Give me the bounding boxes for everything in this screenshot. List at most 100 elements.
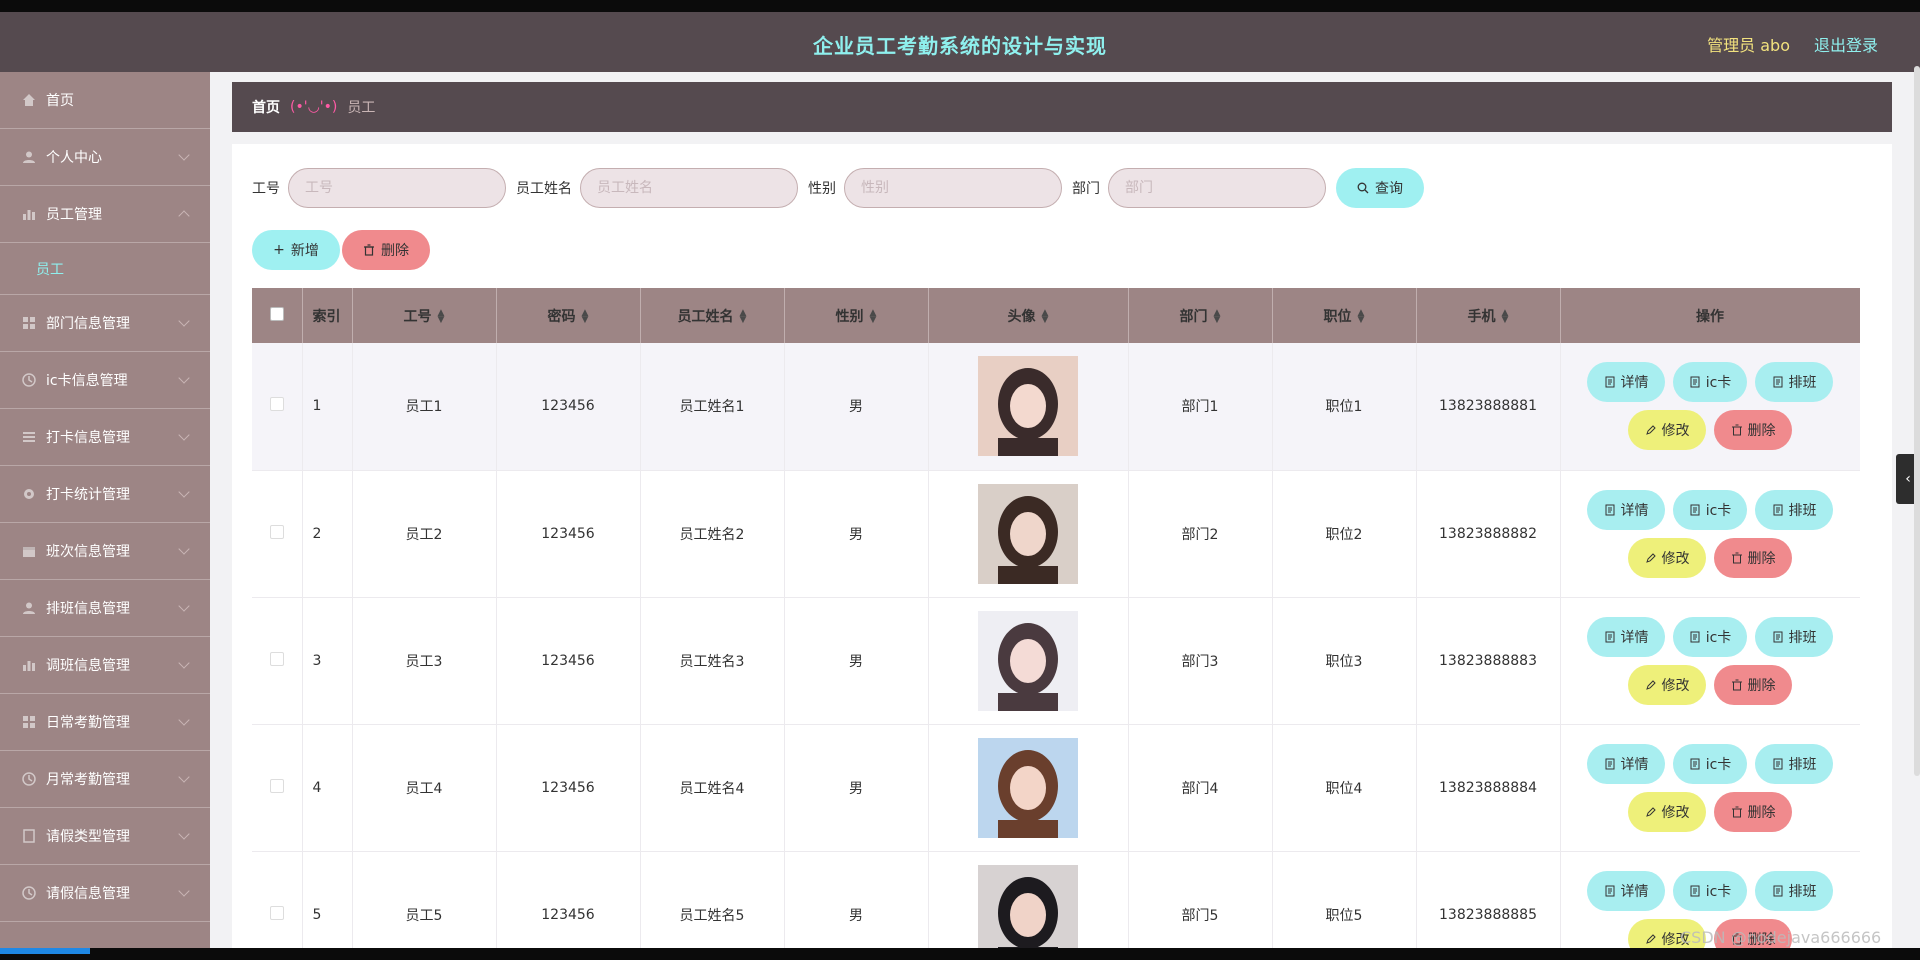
- column-header-name[interactable]: 员工姓名 ▲ ▼: [640, 288, 785, 343]
- cell-name: 员工姓名5: [640, 851, 785, 948]
- sort-icon[interactable]: ▲ ▼: [1214, 308, 1221, 324]
- clock-icon: [22, 373, 36, 387]
- avatar[interactable]: [978, 864, 1078, 949]
- breadcrumb-home[interactable]: 首页: [252, 97, 280, 117]
- cell-password: 123456: [496, 470, 641, 598]
- emp-name-input[interactable]: [580, 168, 798, 208]
- sidebar-item-clock-in[interactable]: 打卡信息管理: [0, 409, 210, 466]
- ic-card-button[interactable]: ic卡: [1673, 489, 1747, 530]
- sort-icon[interactable]: ▲ ▼: [438, 308, 445, 324]
- detail-button[interactable]: 详情: [1587, 616, 1665, 657]
- row-checkbox[interactable]: [269, 651, 284, 666]
- detail-button[interactable]: 详情: [1587, 362, 1665, 403]
- row-checkbox[interactable]: [269, 397, 284, 412]
- ic-card-button[interactable]: ic卡: [1673, 743, 1747, 784]
- batch-delete-button[interactable]: 删除: [342, 230, 430, 270]
- dept-input[interactable]: [1108, 168, 1326, 208]
- emp-no-input[interactable]: [288, 168, 506, 208]
- delete-button[interactable]: 删除: [1714, 537, 1792, 578]
- table-row[interactable]: 1 员工1 123456 员工姓名1 男 部门1 职位1 13823888881: [252, 343, 1860, 471]
- ic-card-button[interactable]: ic卡: [1673, 616, 1747, 657]
- select-all-checkbox[interactable]: [269, 306, 284, 321]
- chevron-down-icon: [178, 429, 190, 441]
- cell-name: 员工姓名3: [640, 597, 785, 725]
- sort-icon[interactable]: ▲ ▼: [870, 308, 877, 324]
- sidebar-item-schedule[interactable]: 排班信息管理: [0, 580, 210, 637]
- edit-button[interactable]: 修改: [1628, 791, 1706, 832]
- avatar[interactable]: [978, 356, 1078, 457]
- column-header-position[interactable]: 职位 ▲ ▼: [1272, 288, 1417, 343]
- sidebar-item-leave-type[interactable]: 请假类型管理: [0, 808, 210, 865]
- ic-card-button[interactable]: ic卡: [1673, 870, 1747, 911]
- logout-link[interactable]: 退出登录: [1814, 32, 1878, 56]
- sort-icon[interactable]: ▲ ▼: [582, 308, 589, 324]
- column-header-phone[interactable]: 手机 ▲ ▼: [1416, 288, 1561, 343]
- sidebar-subitem-employee[interactable]: 员工: [0, 243, 210, 295]
- table-row[interactable]: 4 员工4 123456 员工姓名4 男 部门4 职位4 13823888884: [252, 724, 1860, 852]
- detail-button[interactable]: 详情: [1587, 489, 1665, 530]
- ic-card-button-label: ic卡: [1705, 502, 1732, 519]
- schedule-button[interactable]: 排班: [1755, 616, 1833, 657]
- sort-icon[interactable]: ▲ ▼: [1358, 308, 1365, 324]
- avatar[interactable]: [978, 737, 1078, 838]
- sidebar-item-home[interactable]: 首页: [0, 72, 210, 129]
- sort-icon[interactable]: ▲ ▼: [740, 308, 747, 324]
- sort-icon[interactable]: ▲ ▼: [1042, 308, 1049, 324]
- document-icon: [1773, 758, 1782, 769]
- edit-button[interactable]: 修改: [1628, 664, 1706, 705]
- row-checkbox[interactable]: [269, 905, 284, 920]
- avatar[interactable]: [978, 483, 1078, 584]
- edit-button[interactable]: 修改: [1628, 537, 1706, 578]
- cell-avatar: [928, 724, 1129, 852]
- column-header-dept[interactable]: 部门 ▲ ▼: [1128, 288, 1273, 343]
- gender-input[interactable]: [844, 168, 1062, 208]
- table-row[interactable]: 3 员工3 123456 员工姓名3 男 部门3 职位3 13823888883: [252, 597, 1860, 725]
- emp-name-label: 员工姓名: [516, 181, 572, 197]
- ic-card-button[interactable]: ic卡: [1673, 362, 1747, 403]
- schedule-button[interactable]: 排班: [1755, 743, 1833, 784]
- sidebar-item-clock-stats[interactable]: 打卡统计管理: [0, 466, 210, 523]
- sidebar-item-shift[interactable]: 班次信息管理: [0, 523, 210, 580]
- add-button[interactable]: + 新增: [252, 230, 340, 270]
- schedule-button-label: 排班: [1788, 502, 1817, 519]
- sidebar-item-leave-info[interactable]: 请假信息管理: [0, 865, 210, 922]
- schedule-button[interactable]: 排班: [1755, 362, 1833, 403]
- screen-bottom-border: [0, 948, 1920, 960]
- sidebar-item-employee-management[interactable]: 员工管理: [0, 186, 210, 243]
- delete-button[interactable]: 删除: [1714, 410, 1792, 451]
- column-header-emp-no[interactable]: 工号 ▲ ▼: [352, 288, 497, 343]
- sidebar-item-ic-card[interactable]: ic卡信息管理: [0, 352, 210, 409]
- sidebar-item-department[interactable]: 部门信息管理: [0, 295, 210, 352]
- sidebar: 首页 个人中心 员工管理 员工 部门信息管理 ic卡信息管理 打卡信息管理 打卡…: [0, 72, 210, 948]
- query-button[interactable]: 查询: [1336, 168, 1424, 208]
- row-checkbox-cell[interactable]: [252, 470, 303, 598]
- table-row[interactable]: 2 员工2 123456 员工姓名2 男 部门2 职位2 13823888882: [252, 470, 1860, 598]
- column-header-password[interactable]: 密码 ▲ ▼: [496, 288, 641, 343]
- calendar-icon: [22, 544, 36, 558]
- column-header-gender[interactable]: 性别 ▲ ▼: [784, 288, 929, 343]
- row-checkbox[interactable]: [269, 524, 284, 539]
- sort-icon[interactable]: ▲ ▼: [1502, 308, 1509, 324]
- sidebar-item-shift-swap[interactable]: 调班信息管理: [0, 637, 210, 694]
- sidebar-item-monthly-attendance[interactable]: 月常考勤管理: [0, 751, 210, 808]
- row-checkbox-cell[interactable]: [252, 851, 303, 948]
- detail-button[interactable]: 详情: [1587, 870, 1665, 911]
- page-scrollbar[interactable]: [1914, 66, 1920, 776]
- detail-button[interactable]: 详情: [1587, 743, 1665, 784]
- delete-button[interactable]: 删除: [1714, 664, 1792, 705]
- column-header-avatar[interactable]: 头像 ▲ ▼: [928, 288, 1129, 343]
- sidebar-item-daily-attendance[interactable]: 日常考勤管理: [0, 694, 210, 751]
- delete-button[interactable]: 删除: [1714, 791, 1792, 832]
- select-all-checkbox-cell[interactable]: [252, 288, 303, 343]
- schedule-button[interactable]: 排班: [1755, 870, 1833, 911]
- sidebar-item-profile[interactable]: 个人中心: [0, 129, 210, 186]
- schedule-button[interactable]: 排班: [1755, 489, 1833, 530]
- row-checkbox[interactable]: [269, 778, 284, 793]
- cell-position: 职位2: [1272, 470, 1417, 598]
- row-checkbox-cell[interactable]: [252, 343, 303, 471]
- row-checkbox-cell[interactable]: [252, 597, 303, 725]
- avatar[interactable]: [978, 610, 1078, 711]
- row-checkbox-cell[interactable]: [252, 724, 303, 852]
- edit-button[interactable]: 修改: [1628, 410, 1706, 451]
- table-row[interactable]: 5 员工5 123456 员工姓名5 男 部门5 职位5 13823888885: [252, 851, 1860, 948]
